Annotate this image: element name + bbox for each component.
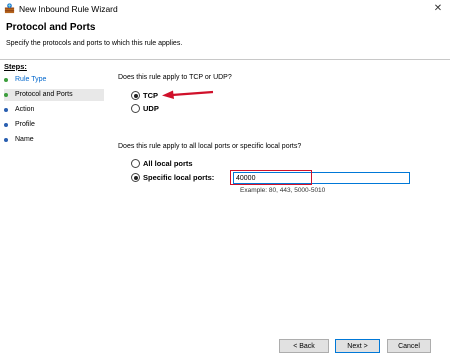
step-label[interactable]: Rule Type <box>15 74 46 86</box>
udp-label[interactable]: UDP <box>143 104 159 113</box>
protocol-question: Does this rule apply to TCP or UDP? <box>118 74 232 81</box>
tcp-label[interactable]: TCP <box>143 91 158 100</box>
step-current-dot-icon <box>4 93 8 97</box>
tcp-radio[interactable] <box>131 91 140 100</box>
steps-heading: Steps: <box>4 62 27 71</box>
step-complete-dot-icon <box>4 78 8 82</box>
back-button[interactable]: < Back <box>279 339 329 353</box>
close-icon: ✕ <box>433 3 443 14</box>
specific-local-ports-label[interactable]: Specific local ports: <box>143 173 214 182</box>
step-label: Protocol and Ports <box>15 91 73 98</box>
title-bar: New Inbound Rule Wizard ✕ <box>0 0 450 18</box>
ports-question: Does this rule apply to all local ports … <box>118 143 302 150</box>
step-label: Profile <box>15 121 35 128</box>
page-title: Protocol and Ports <box>6 22 96 33</box>
step-profile: Profile <box>4 119 104 131</box>
annotation-arrow-icon <box>162 90 214 99</box>
udp-radio[interactable] <box>131 104 140 113</box>
specific-local-ports-radio[interactable] <box>131 173 140 182</box>
step-name: Name <box>4 134 104 146</box>
step-pending-dot-icon <box>4 123 8 127</box>
firewall-app-icon <box>4 3 15 14</box>
window-title: New Inbound Rule Wizard <box>19 4 118 14</box>
cancel-button[interactable]: Cancel <box>387 339 431 353</box>
ports-example-hint: Example: 80, 443, 5000-5010 <box>240 187 326 194</box>
next-button[interactable]: Next > <box>335 339 380 353</box>
all-local-ports-label[interactable]: All local ports <box>143 159 193 168</box>
close-button[interactable]: ✕ <box>426 0 450 18</box>
all-local-ports-radio[interactable] <box>131 159 140 168</box>
header-divider <box>0 59 450 60</box>
step-label: Name <box>15 136 34 143</box>
step-protocol-and-ports[interactable]: Protocol and Ports <box>4 89 104 101</box>
step-rule-type[interactable]: Rule Type <box>4 74 104 86</box>
step-pending-dot-icon <box>4 108 8 112</box>
page-subtitle: Specify the protocols and ports to which… <box>6 40 183 47</box>
step-label: Action <box>15 106 35 113</box>
step-action: Action <box>4 104 104 116</box>
local-ports-input[interactable] <box>233 172 410 184</box>
step-pending-dot-icon <box>4 138 8 142</box>
